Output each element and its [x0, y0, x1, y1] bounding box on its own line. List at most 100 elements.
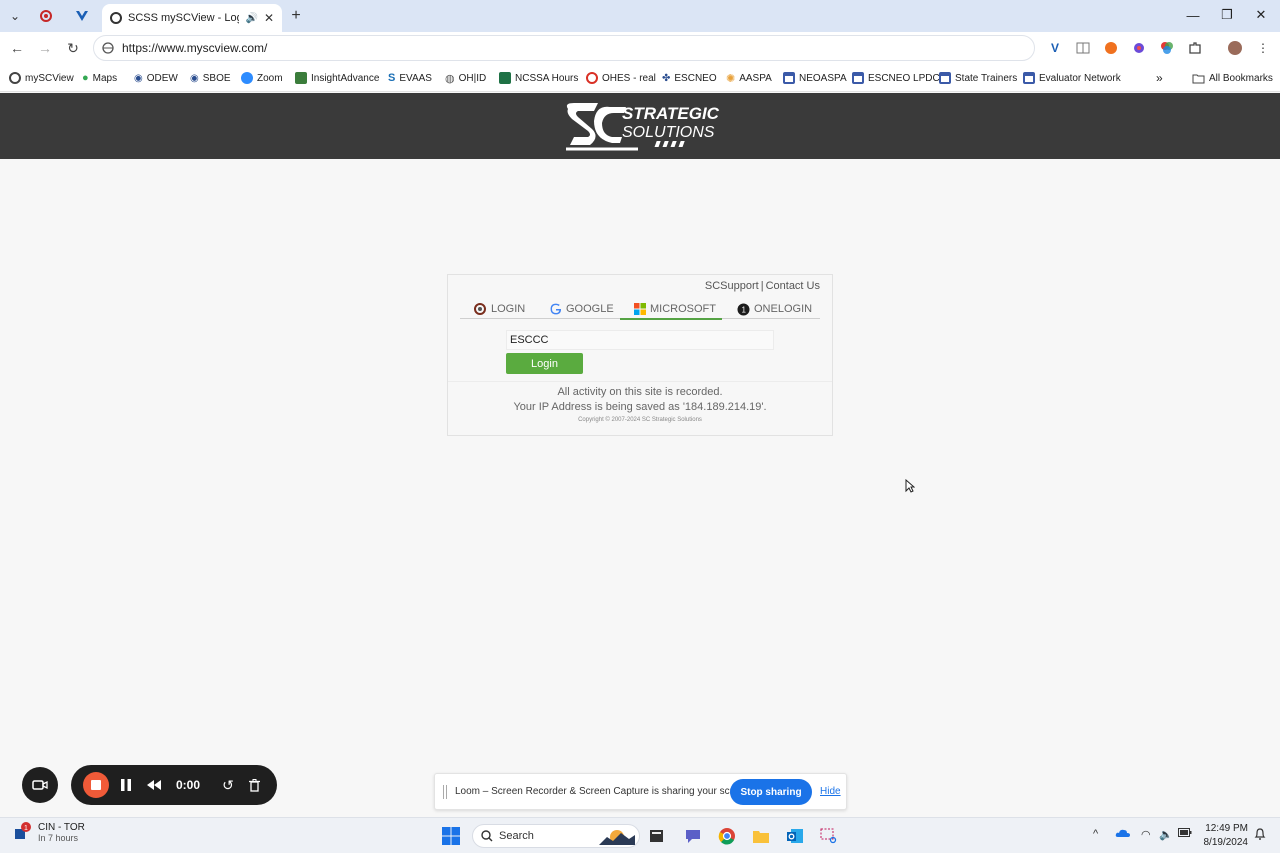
bookmark-evaluator-network[interactable]: Evaluator Network [1023, 69, 1121, 87]
bookmark-label: InsightAdvance [311, 72, 380, 84]
login-button[interactable]: Login [506, 353, 583, 374]
battery-icon[interactable] [1178, 828, 1192, 840]
task-view-button[interactable] [646, 825, 668, 847]
close-window-button[interactable]: ✕ [1244, 4, 1278, 26]
bookmark-ohid[interactable]: ◍ OH|ID [445, 69, 486, 87]
bookmark-myscview[interactable]: mySCView [9, 69, 74, 87]
bookmark-neoaspa[interactable]: NEOASPA [783, 69, 847, 87]
teams-chat-button[interactable] [682, 825, 704, 847]
snipping-tool-button[interactable] [818, 825, 840, 847]
all-bookmarks-button[interactable]: All Bookmarks [1192, 69, 1273, 87]
hide-link[interactable]: Hide [820, 786, 841, 797]
orange-extension-icon[interactable] [1103, 40, 1119, 56]
logo-text-solutions: SOLUTIONS [622, 124, 715, 141]
extensions-puzzle-icon[interactable] [1187, 40, 1203, 56]
strategic-solutions-logo[interactable]: STRATEGIC SOLUTIONS [560, 99, 720, 155]
weather-title: CIN - TOR [38, 822, 85, 833]
screen-share-bar: Loom – Screen Recorder & Screen Capture … [434, 773, 847, 810]
site-header: STRATEGIC SOLUTIONS [0, 93, 1280, 159]
drag-handle[interactable] [443, 785, 447, 799]
rewind-icon [147, 780, 161, 790]
bookmark-aaspa[interactable]: ✺ AASPA [726, 69, 772, 87]
menu-dots-icon[interactable]: ⋮ [1255, 40, 1271, 56]
bookmark-escneo[interactable]: ✤ ESCNEO [662, 69, 717, 87]
color-extension-icon[interactable] [1159, 40, 1175, 56]
weather-widget[interactable]: 1 CIN - TOR In 7 hours [12, 822, 85, 843]
profile-avatar-icon[interactable] [1227, 40, 1243, 56]
pinned-tab-v[interactable] [68, 6, 96, 26]
stop-sharing-button[interactable]: Stop sharing [730, 779, 812, 805]
chrome-taskbar-button[interactable] [716, 825, 738, 847]
forward-button[interactable]: → [34, 38, 56, 58]
sparkle-extension-icon[interactable] [1131, 40, 1147, 56]
tab-google[interactable]: GOOGLE [550, 299, 614, 319]
site-info-icon[interactable] [102, 42, 114, 54]
restore-button[interactable]: ❐ [1210, 4, 1244, 26]
tab-onelogin[interactable]: 1 ONELOGIN [737, 299, 812, 319]
scsupport-link[interactable]: SCSupport [705, 280, 759, 292]
calendar-icon [939, 72, 951, 84]
wifi-icon[interactable]: ◠ [1141, 828, 1151, 841]
more-bookmarks-chevron-icon[interactable]: » [1156, 69, 1163, 87]
onedrive-icon[interactable] [1115, 828, 1131, 841]
system-clock[interactable]: 12:49 PM 8/19/2024 [1200, 822, 1249, 850]
recording-timer: 0:00 [175, 778, 201, 792]
calendar-icon [783, 72, 795, 84]
bookmark-odew[interactable]: ◉ ODEW [134, 69, 178, 87]
tab-label: ONELOGIN [754, 303, 813, 315]
myscview-icon [9, 72, 21, 84]
tab-search-button[interactable]: ⌄ [4, 6, 26, 26]
bookmark-label: NEOASPA [799, 72, 847, 84]
bookmark-zoom[interactable]: Zoom [241, 69, 283, 87]
file-explorer-button[interactable] [750, 825, 772, 847]
pinned-tab-record[interactable] [32, 6, 60, 26]
contact-us-link[interactable]: Contact Us [766, 280, 820, 292]
weather-subtitle: In 7 hours [38, 833, 79, 843]
username-input[interactable] [506, 330, 774, 350]
delete-button[interactable] [245, 775, 263, 795]
divider [448, 381, 832, 382]
search-placeholder: Search [499, 830, 534, 842]
address-bar[interactable]: https://www.myscview.com/ [93, 35, 1035, 61]
bookmark-sboe[interactable]: ◉ SBOE [190, 69, 231, 87]
bookmark-label: AASPA [739, 72, 772, 84]
bookmark-ohes-real[interactable]: OHES - real [586, 69, 656, 87]
tab-login[interactable]: LOGIN [474, 299, 525, 319]
pause-button[interactable] [117, 775, 135, 795]
url-text: https://www.myscview.com/ [122, 41, 268, 55]
start-button[interactable] [440, 825, 462, 847]
bookmark-state-trainers[interactable]: State Trainers [939, 69, 1017, 87]
outlook-button[interactable] [784, 825, 806, 847]
new-tab-button[interactable]: + [286, 6, 306, 26]
bookmark-escneo-lpdc[interactable]: ESCNEO LPDC [852, 69, 940, 87]
audio-icon[interactable]: 🔊 [245, 13, 257, 24]
active-tab[interactable]: SCSS mySCView - Login 🔊 ✕ [102, 4, 282, 32]
bookmark-evaas[interactable]: S EVAAS [388, 69, 432, 87]
back-button[interactable]: ← [6, 38, 28, 58]
bookmark-insightadvance[interactable]: InsightAdvance [295, 69, 379, 87]
reader-extension-icon[interactable] [1075, 40, 1091, 56]
tab-microsoft[interactable]: MICROSOFT [620, 299, 722, 320]
v-logo-icon [76, 11, 88, 21]
v-extension-icon[interactable]: V [1047, 40, 1063, 56]
restart-icon[interactable]: ↺ [219, 775, 237, 795]
reload-button[interactable]: ↻ [62, 38, 84, 58]
stop-recording-button[interactable] [83, 772, 109, 798]
task-view-icon [650, 830, 663, 842]
trash-icon [248, 778, 260, 792]
bookmark-ncssa-hours[interactable]: NCSSA Hours [499, 69, 578, 87]
support-links: SCSupport | Contact Us [705, 280, 820, 292]
show-hidden-icons-chevron-icon[interactable]: ^ [1093, 828, 1098, 840]
browser-toolbar: ← → ↻ https://www.myscview.com/ V ⋮ [0, 32, 1280, 64]
copyright-text: Copyright © 2007-2024 SC Strategic Solut… [578, 417, 702, 423]
taskbar-search[interactable]: Search [472, 824, 640, 848]
rewind-button[interactable] [145, 775, 163, 795]
loom-camera-button[interactable] [22, 767, 58, 803]
close-tab-icon[interactable]: ✕ [264, 11, 274, 25]
notification-bell-icon[interactable] [1254, 828, 1266, 844]
volume-icon[interactable]: 🔈 [1159, 828, 1173, 841]
escneo-icon: ✤ [662, 72, 671, 84]
bookmark-maps[interactable]: ● Maps [82, 69, 117, 87]
activity-notice: All activity on this site is recorded. [557, 386, 723, 398]
minimize-button[interactable]: — [1176, 4, 1210, 26]
